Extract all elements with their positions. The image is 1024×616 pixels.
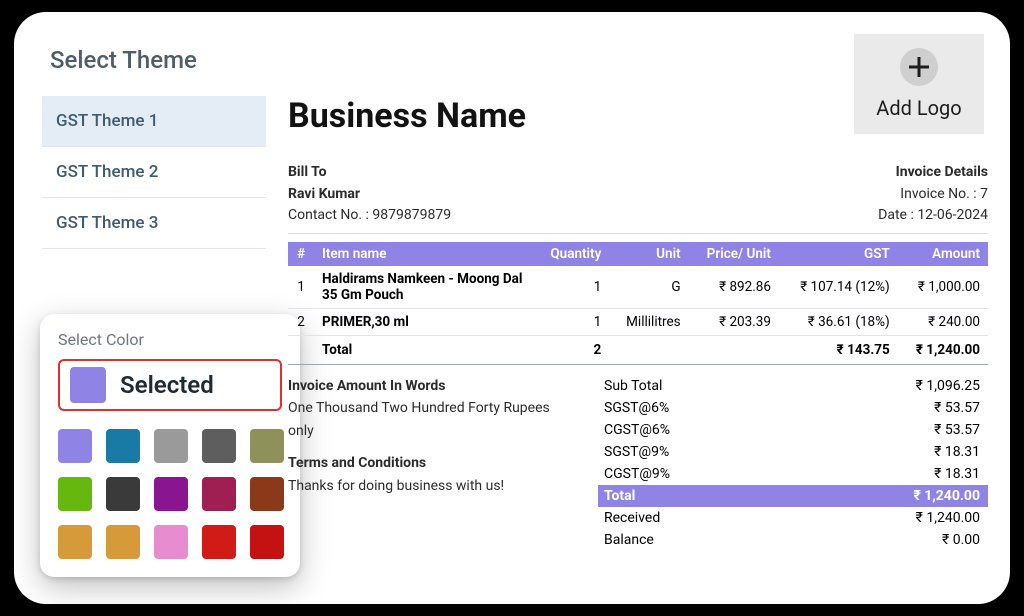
summary-row: SGST@9% ₹ 18.31: [598, 441, 988, 463]
cell-gst: ₹ 36.61 (18%): [779, 309, 898, 336]
cell-gst: ₹ 107.14 (12%): [779, 266, 898, 309]
summary-total-row: Total ₹ 1,240.00: [598, 485, 988, 507]
cell-unit: Millilitres: [609, 309, 688, 336]
summary-value: ₹ 1,096.25: [916, 378, 980, 394]
bill-to-label: Bill To: [288, 162, 451, 184]
invoice-date: Date : 12-06-2024: [878, 205, 988, 227]
summary-label: CGST@6%: [604, 422, 670, 438]
table-row: 2PRIMER,30 ml1Millilitres₹ 203.39₹ 36.61…: [288, 309, 988, 336]
summary-label: Sub Total: [604, 378, 662, 394]
words-block: Invoice Amount In Words One Thousand Two…: [288, 375, 578, 551]
cell-name: PRIMER,30 ml: [314, 309, 534, 336]
theme-item[interactable]: GST Theme 3: [42, 198, 266, 249]
color-swatch[interactable]: [58, 477, 92, 511]
theme-list: GST Theme 1GST Theme 2GST Theme 3: [42, 96, 266, 249]
items-total-label: Total: [314, 336, 534, 365]
summary-value: ₹ 53.57: [934, 400, 980, 416]
color-picker-card: Select Color Selected: [40, 314, 300, 577]
color-swatch[interactable]: [58, 525, 92, 559]
plus-icon: [900, 48, 938, 86]
items-total-gst: ₹ 143.75: [779, 336, 898, 365]
col-unit: Unit: [609, 242, 688, 266]
cell-amount: ₹ 1,000.00: [898, 266, 988, 309]
col-item-name: Item name: [314, 242, 534, 266]
bill-to-block: Bill To Ravi Kumar Contact No. : 9879879…: [288, 162, 451, 227]
theme-item[interactable]: GST Theme 2: [42, 147, 266, 198]
summary-value: ₹ 1,240.00: [916, 510, 980, 526]
col-price: Price/ Unit: [689, 242, 779, 266]
invoice-header: Bill To Ravi Kumar Contact No. : 9879879…: [288, 162, 988, 234]
cell-price: ₹ 203.39: [689, 309, 779, 336]
add-logo-button[interactable]: Add Logo: [854, 34, 984, 134]
summary-value: ₹ 0.00: [942, 532, 980, 548]
amount-in-words-label: Invoice Amount In Words: [288, 375, 578, 397]
items-total-row: Total 2 ₹ 143.75 ₹ 1,240.00: [288, 336, 988, 365]
amount-in-words-value: One Thousand Two Hundred Forty Rupees on…: [288, 397, 578, 442]
cell-idx: 2: [288, 309, 314, 336]
summary-label: Balance: [604, 532, 654, 548]
summary-row: Sub Total ₹ 1,096.25: [598, 375, 988, 397]
color-swatch[interactable]: [202, 477, 236, 511]
cell-price: ₹ 892.86: [689, 266, 779, 309]
color-swatch[interactable]: [202, 429, 236, 463]
color-swatch[interactable]: [106, 477, 140, 511]
summary-value: ₹ 18.31: [934, 444, 980, 460]
invoice-details-label: Invoice Details: [878, 162, 988, 184]
col-amount: Amount: [898, 242, 988, 266]
color-swatch[interactable]: [58, 429, 92, 463]
col-gst: GST: [779, 242, 898, 266]
summary-label: Total: [604, 488, 635, 504]
color-swatch[interactable]: [106, 525, 140, 559]
theme-item[interactable]: GST Theme 1: [42, 96, 266, 147]
summary-row: Balance ₹ 0.00: [598, 529, 988, 551]
summary-block: Sub Total₹ 1,096.25SGST@6%₹ 53.57CGST@6%…: [598, 375, 988, 551]
summary-row: Received ₹ 1,240.00: [598, 507, 988, 529]
items-total-qty: 2: [534, 336, 609, 365]
summary-label: SGST@9%: [604, 444, 669, 460]
selected-color-label: Selected: [120, 371, 214, 399]
cell-qty: 1: [534, 266, 609, 309]
cell-idx: 1: [288, 266, 314, 309]
summary-label: SGST@6%: [604, 400, 669, 416]
summary-row: CGST@6% ₹ 53.57: [598, 419, 988, 441]
selected-color-swatch: [70, 367, 106, 403]
color-swatch[interactable]: [154, 477, 188, 511]
col-idx: #: [288, 242, 314, 266]
summary-label: CGST@9%: [604, 466, 670, 482]
app-window: Select Theme GST Theme 1GST Theme 2GST T…: [14, 12, 1010, 604]
cell-name: Haldirams Namkeen - Moong Dal 35 Gm Pouc…: [314, 266, 534, 309]
color-swatch[interactable]: [154, 429, 188, 463]
invoice-number: Invoice No. : 7: [878, 184, 988, 206]
summary-value: ₹ 53.57: [934, 422, 980, 438]
add-logo-label: Add Logo: [876, 96, 961, 120]
selected-color-row[interactable]: Selected: [58, 359, 282, 411]
summary-row: CGST@9% ₹ 18.31: [598, 463, 988, 485]
summary-value: ₹ 1,240.00: [913, 488, 980, 504]
select-color-title: Select Color: [58, 330, 282, 349]
table-row: 1Haldirams Namkeen - Moong Dal 35 Gm Pou…: [288, 266, 988, 309]
items-total-amount: ₹ 1,240.00: [898, 336, 988, 365]
terms-value: Thanks for doing business with us!: [288, 475, 578, 497]
contact-line: Contact No. : 9879879879: [288, 205, 451, 227]
color-swatch[interactable]: [154, 525, 188, 559]
items-header-row: # Item name Quantity Unit Price/ Unit GS…: [288, 242, 988, 266]
color-swatch[interactable]: [202, 525, 236, 559]
summary-row: SGST@6% ₹ 53.57: [598, 397, 988, 419]
terms-label: Terms and Conditions: [288, 452, 578, 474]
cell-qty: 1: [534, 309, 609, 336]
customer-name: Ravi Kumar: [288, 184, 451, 206]
summary-label: Received: [604, 510, 660, 526]
swatch-grid: [58, 429, 282, 559]
items-table: # Item name Quantity Unit Price/ Unit GS…: [288, 242, 988, 365]
invoice-footer: Invoice Amount In Words One Thousand Two…: [288, 375, 988, 551]
cell-amount: ₹ 240.00: [898, 309, 988, 336]
summary-value: ₹ 18.31: [934, 466, 980, 482]
sidebar: Select Theme GST Theme 1GST Theme 2GST T…: [42, 34, 266, 582]
invoice-details-block: Invoice Details Invoice No. : 7 Date : 1…: [878, 162, 988, 227]
invoice-preview: Add Logo Business Name Bill To Ravi Kuma…: [266, 34, 988, 582]
col-qty: Quantity: [534, 242, 609, 266]
cell-unit: G: [609, 266, 688, 309]
color-swatch[interactable]: [106, 429, 140, 463]
select-theme-title: Select Theme: [50, 46, 266, 74]
